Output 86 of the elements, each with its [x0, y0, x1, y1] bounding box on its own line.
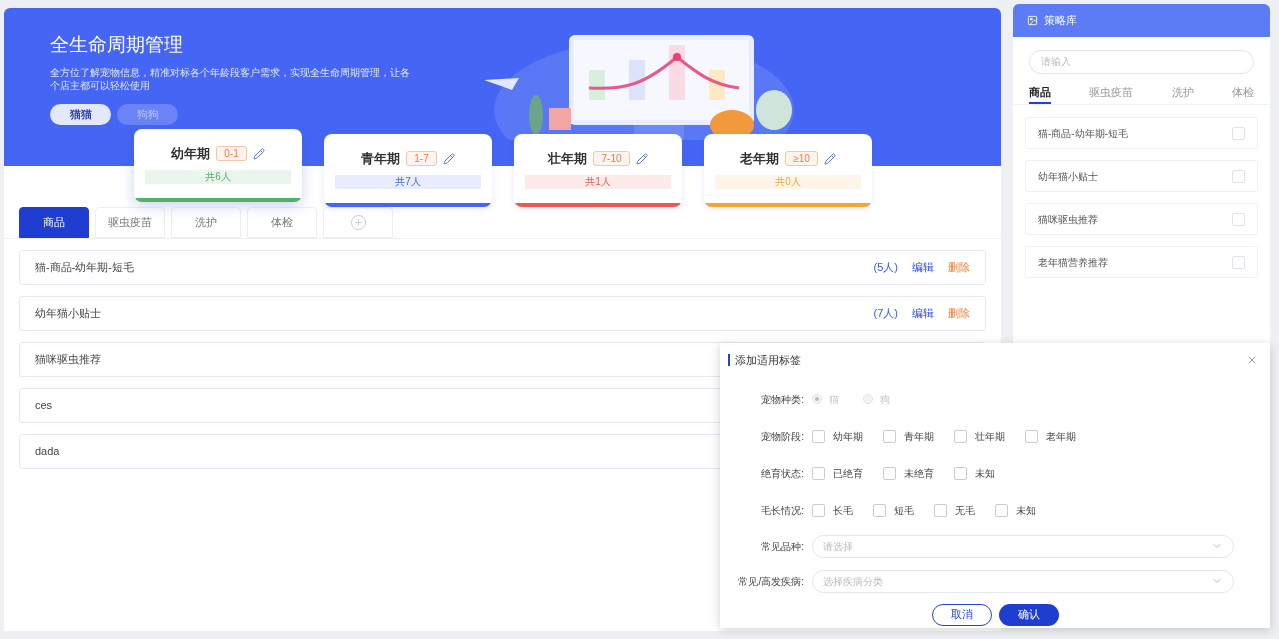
checkbox-label: 老年期	[1046, 429, 1076, 444]
member-count: 共0人	[715, 174, 861, 189]
checkbox[interactable]	[1232, 212, 1245, 226]
checkbox[interactable]	[934, 503, 947, 517]
category-tab[interactable]: 洗护	[171, 207, 241, 238]
strategy-row[interactable]: 猫-商品-幼年期-短毛 (5人) 编辑 删除	[19, 250, 986, 285]
pet-tab[interactable]: 猫猫	[50, 104, 111, 125]
people-count: (7人)	[873, 306, 898, 322]
add-tab-button[interactable]	[323, 207, 393, 238]
banner-title: 全生命周期管理	[50, 33, 184, 57]
field-label: 毛长情况:	[760, 503, 804, 518]
stage-card[interactable]: 青年期 1-7 共7人	[324, 134, 492, 207]
search-field[interactable]: 请输入	[1029, 49, 1254, 74]
strategy-name: 幼年猫小贴士	[35, 306, 101, 322]
member-count: 共1人	[525, 174, 671, 189]
stage-card[interactable]: 壮年期 7-10 共1人	[514, 134, 682, 207]
checkbox-label: 已绝育	[833, 466, 863, 481]
checkbox-label: 未知	[1016, 503, 1036, 518]
edit-link[interactable]: 编辑	[912, 305, 934, 322]
dialog-title: 添加适用标签	[735, 353, 801, 368]
checkbox-label: 短毛	[894, 503, 914, 518]
age-range: 7-10	[593, 151, 630, 167]
member-count: 共7人	[335, 174, 481, 189]
banner-subtitle: 全方位了解宠物信息，精准对标各个年龄段客户需求，实现全生命周期管理，让各个店主都可以轻松使用	[50, 66, 410, 92]
checkbox[interactable]	[812, 503, 825, 517]
library-item[interactable]: 老年猫营养推荐	[1025, 246, 1258, 278]
checkbox[interactable]	[883, 466, 896, 480]
stage-name: 青年期	[361, 150, 401, 168]
stage-name: 幼年期	[171, 145, 211, 163]
age-range: ≥10	[785, 151, 818, 167]
category-tab[interactable]: 驱虫疫苗	[95, 207, 165, 238]
checkbox-label: 未知	[975, 466, 995, 481]
library-item-name: 猫咪驱虫推荐	[1038, 212, 1098, 227]
library-item-name: 猫-商品-幼年期-短毛	[1038, 126, 1128, 141]
library-title: 策略库	[1044, 13, 1077, 29]
checkbox[interactable]	[1232, 255, 1245, 269]
checkbox[interactable]	[954, 466, 967, 480]
checkbox[interactable]	[812, 466, 825, 480]
checkbox[interactable]	[1025, 429, 1038, 443]
stage-card[interactable]: 老年期 ≥10 共0人	[704, 134, 872, 207]
category-tab[interactable]: 商品	[19, 207, 89, 238]
field-label: 常见/高发疾病:	[737, 574, 804, 589]
cancel-button[interactable]: 取消	[931, 603, 992, 626]
field-label: 宠物种类:	[760, 392, 804, 407]
checkbox[interactable]	[954, 429, 967, 443]
field-label: 常见品种:	[760, 539, 804, 554]
checkbox[interactable]	[873, 503, 886, 517]
confirm-button[interactable]: 确认	[998, 603, 1059, 626]
checkbox[interactable]	[995, 503, 1008, 517]
image-icon	[1027, 15, 1038, 26]
category-tab[interactable]: 体检	[247, 207, 317, 238]
library-item-name: 老年猫营养推荐	[1038, 255, 1108, 270]
stage-name: 壮年期	[548, 150, 588, 168]
edit-link[interactable]: 编辑	[912, 259, 934, 276]
radio-label: 猫	[829, 392, 839, 407]
strategy-name: 猫-商品-幼年期-短毛	[35, 260, 134, 276]
library-item[interactable]: 猫咪驱虫推荐	[1025, 203, 1258, 235]
edit-icon[interactable]	[823, 152, 836, 165]
select-placeholder: 请选择	[823, 539, 853, 554]
age-range: 0-1	[216, 146, 247, 162]
library-item[interactable]: 幼年猫小贴士	[1025, 160, 1258, 192]
edit-icon[interactable]	[442, 152, 455, 165]
radio-label: 狗	[880, 392, 890, 407]
library-item[interactable]: 猫-商品-幼年期-短毛	[1025, 117, 1258, 149]
stage-name: 老年期	[740, 150, 780, 168]
checkbox[interactable]	[1232, 169, 1245, 183]
strategy-name: ces	[35, 398, 53, 414]
library-item-name: 幼年猫小贴士	[1038, 169, 1098, 184]
checkbox[interactable]	[812, 429, 825, 443]
checkbox[interactable]	[883, 429, 896, 443]
member-count: 共6人	[145, 169, 291, 184]
people-count: (5人)	[873, 260, 898, 276]
checkbox-label: 无毛	[955, 503, 975, 518]
edit-icon[interactable]	[252, 147, 265, 160]
plus-icon	[349, 214, 367, 231]
checkbox-label: 未绝育	[904, 466, 934, 481]
stage-card[interactable]: 幼年期 0-1 共6人	[134, 129, 302, 202]
strategy-name: 猫咪驱虫推荐	[35, 352, 101, 368]
checkbox-label: 长毛	[833, 503, 853, 518]
strategy-row[interactable]: 幼年猫小贴士 (7人) 编辑 删除	[19, 296, 986, 331]
edit-icon[interactable]	[635, 152, 648, 165]
strategy-name: dada	[35, 444, 60, 460]
library-tab[interactable]: 商品	[1029, 83, 1051, 104]
field-label: 绝育状态:	[760, 466, 804, 481]
checkbox[interactable]	[1232, 126, 1245, 140]
age-range: 1-7	[406, 151, 437, 167]
